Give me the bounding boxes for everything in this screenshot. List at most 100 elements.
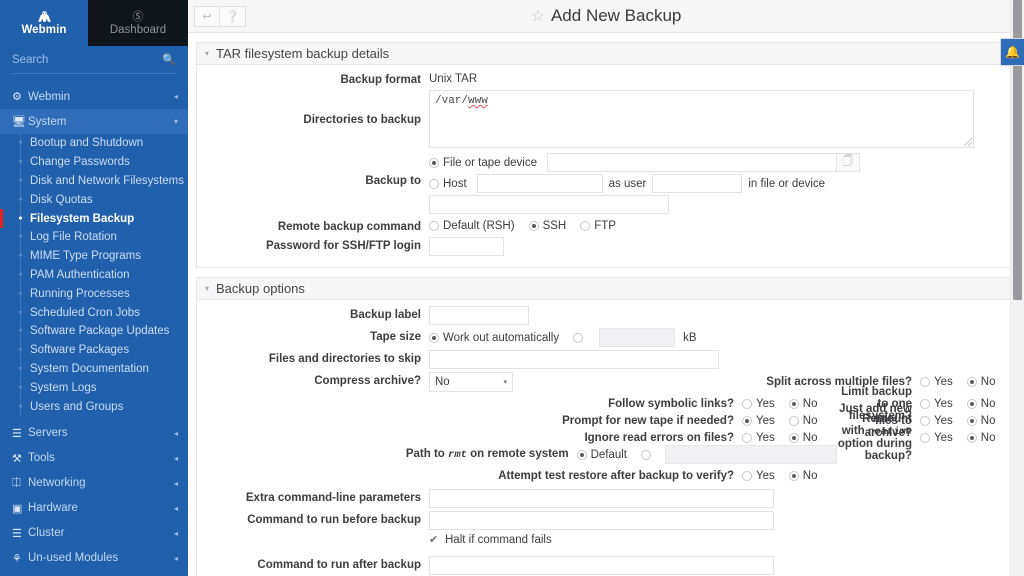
sidebar-item-running-processes[interactable]: ⚬ Running Processes [0,284,188,303]
options-left-column: Follow symbolic links? Yes No Prompt for… [197,396,837,485]
radio-verify-no[interactable]: No [788,470,828,482]
radio-symlinks-yes[interactable]: Yes [742,398,785,410]
radio-rmt-default[interactable]: Default [576,449,637,461]
sidebar-item-label: MIME Type Programs [30,250,141,263]
sidebar-group-un-used-modules[interactable]: ⚘ Un-used Modules ◂ [0,546,188,571]
back-button[interactable]: ↩ [194,5,220,27]
radio-ftp[interactable]: FTP [580,220,626,232]
radio-ignore-no[interactable]: No [788,432,828,444]
notification-bell-icon[interactable]: 🔔 [1000,38,1024,66]
radio-split-yes[interactable]: Yes [920,376,963,388]
sidebar-item-system-logs[interactable]: ⚬ System Logs [0,378,188,397]
radio-prompt-yes[interactable]: Yes [742,415,785,427]
panel-header-tar-details[interactable]: ▾ TAR filesystem backup details [196,42,1016,65]
radio-dot-icon [788,470,799,481]
sidebar-item-software-packages[interactable]: ⚬ Software Packages [0,341,188,360]
resize-grip-icon[interactable] [964,138,972,146]
sidebar-item-label: Bootup and Shutdown [30,137,144,150]
sidebar-item-disk-and-network-filesystems[interactable]: ⚬ Disk and Network Filesystems [0,172,188,191]
file-or-tape-input[interactable] [546,153,837,172]
sidebar-item-pam-authentication[interactable]: ⚬ PAM Authentication [0,266,188,285]
sidebar-item-filesystem-backup[interactable]: ● Filesystem Backup [0,209,188,228]
in-file-or-device-row [429,194,1015,215]
radio-split-no[interactable]: No [966,376,1006,388]
sidebar-group-tools[interactable]: ⚒ Tools ◂ [0,446,188,471]
radio-dot-icon [742,415,752,426]
radio-default-rsh[interactable]: Default (RSH) [429,220,525,232]
dashboard-label: Dashboard [109,23,167,36]
compress-select[interactable]: No ▾ [429,372,513,392]
radio-rmt-custom[interactable] [641,449,655,460]
sidebar-item-label: Disk and Network Filesystems [30,174,185,187]
radio-ssh[interactable]: SSH [528,220,577,232]
sidebar-group-hardware[interactable]: ▣ Hardware ◂ [0,496,188,521]
extra-params-input[interactable] [429,489,774,508]
dashboard-tab[interactable]: Ⓢ Dashboard [88,0,188,46]
radio-prompt-no[interactable]: No [788,415,828,427]
sidebar-item-scheduled-cron-jobs[interactable]: ⚬ Scheduled Cron Jobs [0,303,188,322]
page-scrollbar[interactable] [1010,0,1024,576]
backup-to-label: Backup to [365,175,421,187]
sidebar-group-system[interactable]: 🖥 System ▾ [0,109,188,134]
sidebar-group-webmin[interactable]: ⚙ Webmin ◂ [0,84,188,109]
as-user-input[interactable] [652,174,743,193]
radio-ignore-yes[interactable]: Yes [742,432,785,444]
cmd-after-input[interactable] [429,556,774,575]
tape-size-input[interactable] [599,328,676,347]
radio-dot-icon [966,415,977,426]
sidebar-item-users-and-groups[interactable]: ⚬ Users and Groups [0,397,188,416]
rmt-path-input[interactable] [665,445,837,464]
radio-tape-auto[interactable]: Work out automatically [429,332,569,344]
sidebar-group-refresh-modules[interactable]: ↻ Refresh Modules [0,571,188,576]
bullet-icon: ⚬ [17,403,24,411]
host-input[interactable] [476,174,603,193]
halt-if-command-fails[interactable]: ✔ Halt if command fails [429,533,1015,547]
backup-label-input[interactable] [429,306,529,325]
sidebar-system-items: ⚬ Bootup and Shutdown ⚬ Change Passwords ⚬… [0,134,188,416]
split-files-radios: Yes No [920,376,1015,388]
sidebar-group-networking[interactable]: ⎅ Networking ◂ [0,471,188,496]
sidebar-search[interactable]: Search 🔍 [12,46,176,74]
sidebar-group-label: Hardware [28,502,78,515]
no-label: No [980,414,996,427]
no-label: No [802,397,818,410]
radio-tape-manual[interactable] [573,332,587,343]
sidebar-item-system-documentation[interactable]: ⚬ System Documentation [0,360,188,379]
sidebar-item-log-file-rotation[interactable]: ⚬ Log File Rotation [0,228,188,247]
sidebar-item-bootup-and-shutdown[interactable]: ⚬ Bootup and Shutdown [0,134,188,153]
skip-input[interactable] [429,350,719,369]
brand-webmin[interactable]: Webmin [0,0,88,46]
radio-limit-yes[interactable]: Yes [920,398,963,410]
directories-textarea[interactable]: /var/www [429,90,974,148]
radio-addnew-no[interactable]: No [966,414,1006,427]
radio-limit-no[interactable]: No [966,398,1006,410]
sidebar-group-system-label: System [28,115,67,128]
file-chooser-icon[interactable]: 🗍 [835,153,860,172]
radio-symlinks-no[interactable]: No [788,397,828,410]
sidebar-item-disk-quotas[interactable]: ⚬ Disk Quotas [0,190,188,209]
cmd-before-input[interactable] [429,511,774,530]
help-button[interactable]: ❔ [220,5,246,27]
radio-addnew-yes[interactable]: Yes [920,415,963,427]
panel-header-backup-options[interactable]: ▾ Backup options [196,277,1016,300]
yes-label: Yes [756,431,775,444]
radio-host[interactable]: Host [429,178,473,190]
sidebar-item-mime-type-programs[interactable]: ⚬ MIME Type Programs [0,247,188,266]
search-input[interactable]: Search [12,54,162,66]
radio-dot-icon [429,221,439,231]
row-backup-to: Backup to File or tape device 🗍 Host as … [197,152,1015,215]
radio-remount-no[interactable]: No [966,432,1006,444]
monitor-icon: 🖥 [12,116,26,128]
radio-verify-yes[interactable]: Yes [742,470,785,482]
favorite-star-icon[interactable]: ☆ [531,6,545,26]
radio-dot-icon [920,415,930,426]
sidebar-item-software-package-updates[interactable]: ⚬ Software Package Updates [0,322,188,341]
bullet-icon: ⚬ [17,253,24,261]
sidebar-group-servers[interactable]: ☰ Servers ◂ [0,421,188,446]
radio-remount-yes[interactable]: Yes [920,432,963,444]
sidebar-group-cluster[interactable]: ☰ Cluster ◂ [0,521,188,546]
password-input[interactable] [429,237,504,256]
in-file-or-device-input[interactable] [429,195,669,214]
sidebar-item-change-passwords[interactable]: ⚬ Change Passwords [0,153,188,172]
radio-file-or-tape[interactable]: File or tape device [429,157,543,169]
